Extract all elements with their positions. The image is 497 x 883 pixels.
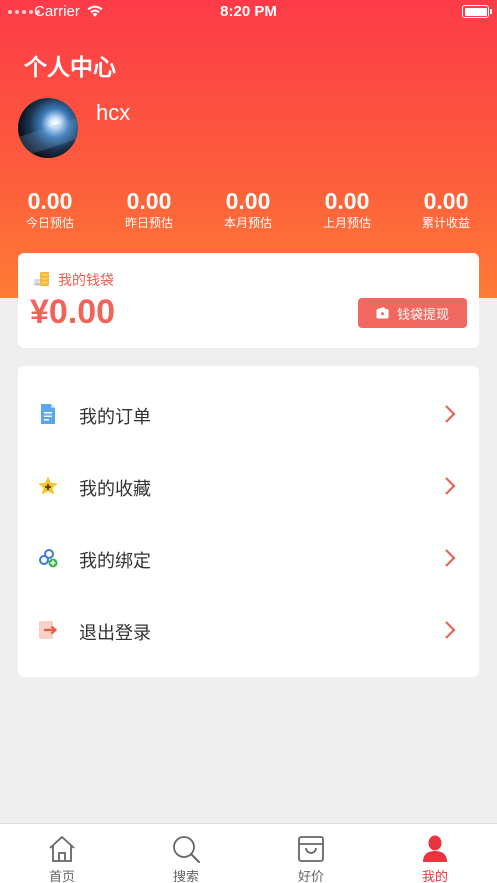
tab-mine[interactable]: 我的 [373, 824, 497, 883]
stat-value: 0.00 [27, 188, 73, 214]
menu-item-bindings[interactable]: 我的绑定 [18, 522, 479, 594]
link-binding-icon [39, 549, 58, 568]
tab-bar: 首页 搜索 好价 我的 [0, 823, 497, 883]
menu-item-logout[interactable]: 退出登录 [18, 594, 479, 666]
chevron-right-icon [445, 477, 456, 495]
username: hcx [96, 100, 131, 125]
stat-label: 上月预估 [322, 216, 371, 230]
tab-search[interactable]: 搜索 [124, 824, 248, 883]
menu-item-label: 我的订单 [79, 407, 151, 428]
wallet-card: 我的钱袋 ¥0.00 钱袋提现 [18, 253, 479, 348]
stat-total: 0.00 累计收益 [401, 188, 491, 231]
menu-item-label: 我的绑定 [79, 551, 151, 572]
star-icon [38, 476, 58, 495]
tab-label: 首页 [48, 870, 75, 883]
battery-icon [462, 5, 492, 18]
stat-label: 今日预估 [25, 216, 74, 230]
stat-value: 0.00 [225, 188, 271, 214]
logout-icon [39, 621, 58, 639]
stat-yesterday: 0.00 昨日预估 [104, 188, 194, 231]
coins-icon [34, 272, 49, 286]
stat-label: 本月预估 [223, 216, 272, 230]
tab-label: 我的 [421, 870, 448, 883]
stat-this-month: 0.00 本月预估 [203, 188, 293, 231]
stat-label: 昨日预估 [124, 216, 173, 230]
menu-item-label: 我的收藏 [79, 479, 151, 500]
withdraw-button[interactable]: 钱袋提现 [358, 298, 467, 328]
menu-item-favorites[interactable]: 我的收藏 [18, 450, 479, 522]
wallet-amount: ¥0.00 [30, 293, 116, 331]
avatar[interactable] [18, 98, 78, 158]
tab-deals[interactable]: 好价 [249, 824, 373, 883]
stat-value: 0.00 [423, 188, 469, 214]
withdraw-label: 钱袋提现 [396, 307, 449, 323]
chevron-right-icon [445, 405, 456, 423]
stat-value: 0.00 [126, 188, 172, 214]
stat-value: 0.00 [324, 188, 370, 214]
menu-item-label: 退出登录 [79, 623, 151, 644]
wallet-icon [376, 307, 389, 319]
tab-label: 搜索 [172, 870, 199, 883]
status-bar: Carrier 8:20 PM [0, 0, 497, 26]
menu-item-orders[interactable]: 我的订单 [18, 378, 479, 450]
page-title: 个人中心 [24, 55, 116, 81]
tab-label: 好价 [297, 870, 324, 883]
menu-card: 我的订单 我的收藏 我的绑定 退出登录 [18, 366, 479, 677]
stat-label: 累计收益 [421, 216, 470, 230]
chevron-right-icon [445, 549, 456, 567]
user-icon [423, 835, 447, 862]
wallet-label: 我的钱袋 [58, 273, 114, 289]
stat-today: 0.00 今日预估 [5, 188, 95, 231]
chevron-right-icon [445, 621, 456, 639]
status-time: 8:20 PM [220, 3, 277, 20]
order-document-icon [41, 404, 55, 424]
bag-icon [298, 836, 324, 862]
search-icon [173, 836, 200, 863]
earnings-stats: 0.00 今日预估 0.00 昨日预估 0.00 本月预估 0.00 上月预估 … [0, 188, 497, 234]
home-icon [49, 836, 75, 862]
tab-home[interactable]: 首页 [0, 824, 124, 883]
stat-last-month: 0.00 上月预估 [302, 188, 392, 231]
